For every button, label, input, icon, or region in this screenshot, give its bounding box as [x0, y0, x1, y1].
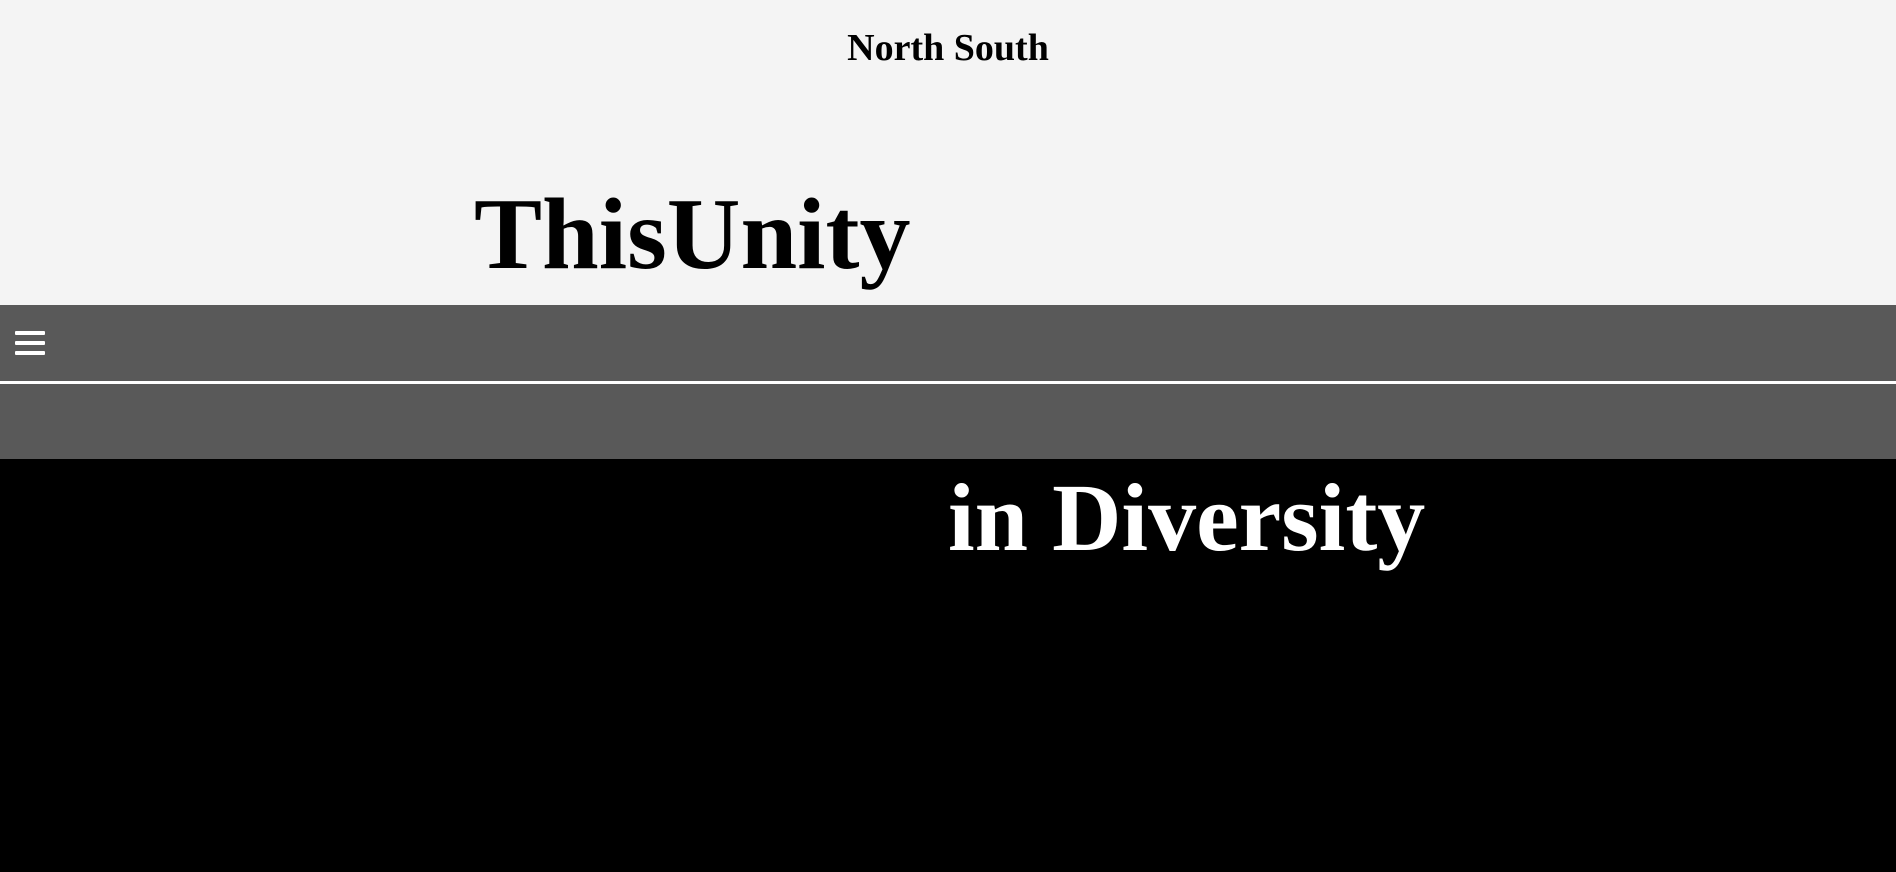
sub-nav-bar	[0, 384, 1896, 459]
menu-button[interactable]	[14, 325, 48, 361]
hero-heading-top: ThisUnity	[474, 178, 911, 291]
page: North South ThisUnity in Diversity	[0, 0, 1896, 872]
header-section: North South ThisUnity	[0, 0, 1896, 305]
site-name: North South	[847, 27, 1049, 69]
nav-bar	[0, 305, 1896, 384]
hero-heading-bottom: in Diversity	[948, 464, 1426, 571]
